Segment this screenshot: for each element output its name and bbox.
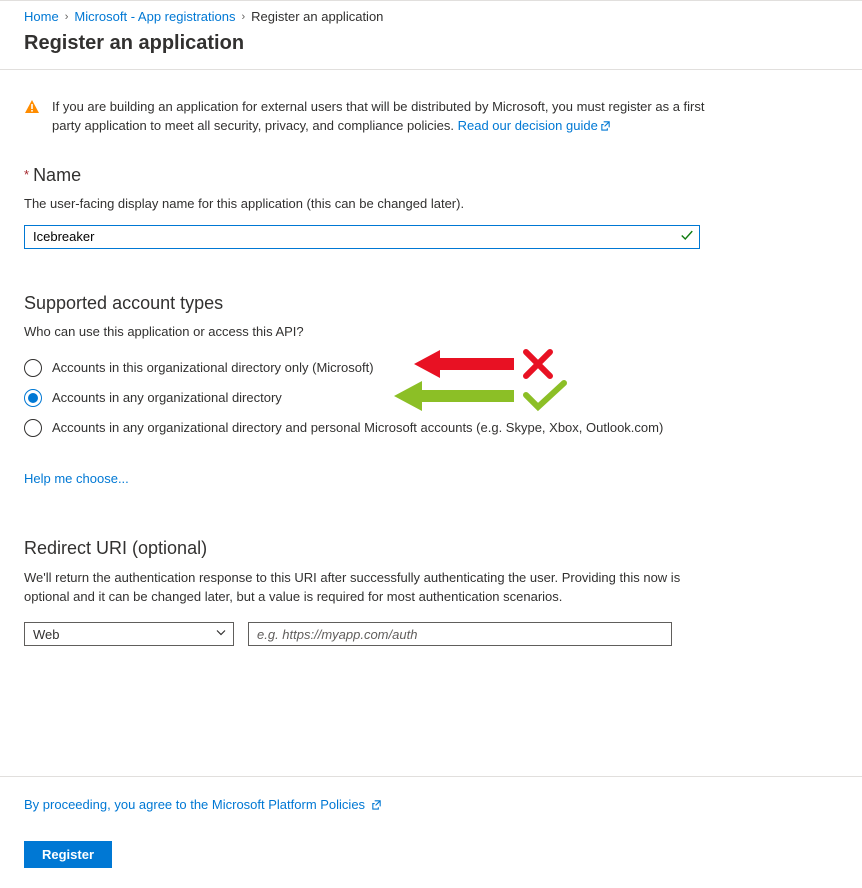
name-section: * Name The user-facing display name for t…: [24, 165, 838, 249]
account-types-section: Supported account types Who can use this…: [24, 293, 838, 486]
account-type-option-2[interactable]: Accounts in any organizational directory…: [24, 413, 838, 443]
footer: By proceeding, you agree to the Microsof…: [0, 777, 862, 888]
external-link-icon: [371, 798, 382, 813]
breadcrumb-app-registrations[interactable]: Microsoft - App registrations: [74, 9, 235, 24]
chevron-right-icon: ›: [65, 11, 69, 23]
breadcrumb: Home › Microsoft - App registrations › R…: [0, 1, 862, 30]
redirect-uri-input[interactable]: [248, 622, 672, 646]
name-label: Name: [33, 165, 81, 185]
breadcrumb-home[interactable]: Home: [24, 9, 59, 24]
redirect-help-text: We'll return the authentication response…: [24, 569, 724, 607]
decision-guide-link[interactable]: Read our decision guide: [458, 118, 611, 133]
select-value: Web: [33, 627, 60, 642]
warning-triangle-icon: [24, 99, 40, 137]
chevron-down-icon: [215, 627, 227, 642]
account-type-option-0[interactable]: Accounts in this organizational director…: [24, 353, 838, 383]
chevron-right-icon: ›: [241, 11, 245, 23]
radio-label: Accounts in this organizational director…: [52, 360, 374, 375]
required-asterisk: *: [24, 167, 29, 182]
account-types-heading: Supported account types: [24, 293, 838, 314]
radio-icon: [24, 389, 42, 407]
redirect-heading: Redirect URI (optional): [24, 538, 724, 559]
breadcrumb-current: Register an application: [251, 9, 383, 24]
radio-label: Accounts in any organizational directory…: [52, 420, 663, 435]
name-help-text: The user-facing display name for this ap…: [24, 196, 838, 211]
help-me-choose-link[interactable]: Help me choose...: [24, 471, 129, 486]
redirect-platform-select[interactable]: Web: [24, 622, 234, 646]
account-types-help: Who can use this application or access t…: [24, 324, 838, 339]
platform-policies-link[interactable]: By proceeding, you agree to the Microsof…: [24, 797, 382, 812]
register-button[interactable]: Register: [24, 841, 112, 868]
redirect-uri-section: Redirect URI (optional) We'll return the…: [24, 538, 724, 647]
page-title: Register an application: [0, 30, 862, 69]
external-link-icon: [600, 118, 611, 137]
first-party-alert: If you are building an application for e…: [24, 98, 724, 137]
radio-label: Accounts in any organizational directory: [52, 390, 282, 405]
radio-icon: [24, 419, 42, 437]
radio-icon: [24, 359, 42, 377]
account-type-option-1[interactable]: Accounts in any organizational directory: [24, 383, 838, 413]
app-name-input[interactable]: [24, 225, 700, 249]
